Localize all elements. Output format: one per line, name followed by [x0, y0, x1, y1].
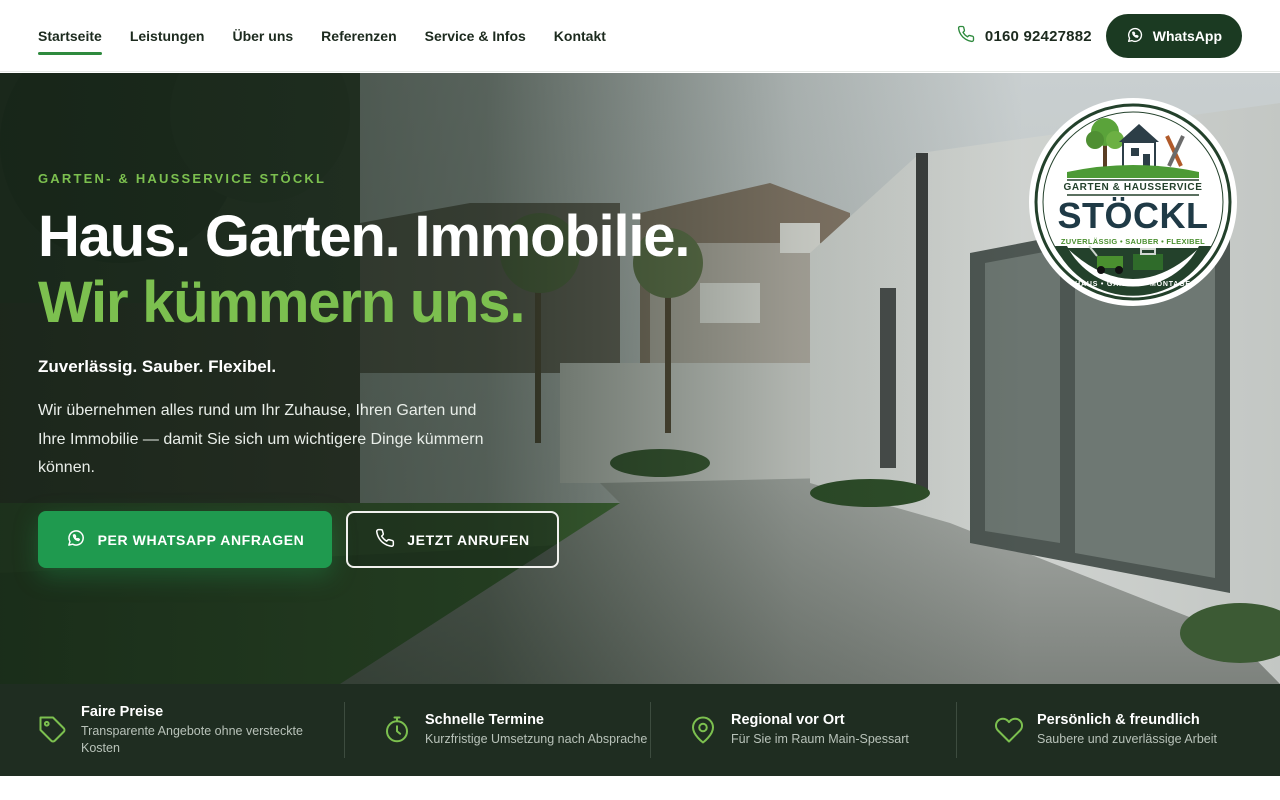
feature-description: Kurzfristige Umsetzung nach Absprache [425, 732, 648, 746]
top-navigation: Startseite Leistungen Über uns Referenze… [0, 0, 1280, 72]
whatsapp-inquiry-label: PER WHATSAPP ANFRAGEN [97, 531, 305, 548]
stopwatch-icon [382, 715, 412, 745]
logo-top-text: GARTEN & HAUSSERVICE [1063, 182, 1202, 193]
feature-description: Transparente Angebote ohne versteckte Ko… [81, 723, 303, 755]
hero-intro: Wir übernehmen alles rund um Ihr Zuhause… [38, 402, 484, 476]
call-now-label: JETZT ANRUFEN [407, 531, 530, 548]
feature-regional: Regional vor Ort Für Sie im Raum Main-Sp… [650, 684, 956, 776]
hero-cta-group: PER WHATSAPP ANFRAGEN JETZT ANRUFEN [38, 511, 559, 568]
logo-bottom-text: HAUS • GARTEN • MONTAGE [1075, 281, 1191, 288]
feature-description: Für Sie im Raum Main-Spessart [731, 732, 909, 746]
nav-item-ueber-uns[interactable]: Über uns [232, 28, 293, 44]
price-tag-icon [38, 715, 68, 745]
whatsapp-button-label: WhatsApp [1152, 28, 1222, 44]
hero-tagline: Zuverlässig. Sauber. Flexibel. [38, 357, 277, 376]
feature-title: Schnelle Termine [425, 712, 544, 728]
feature-personal: Persönlich & freundlich Saubere und zuve… [956, 684, 1262, 776]
feature-fast-appointments: Schnelle Termine Kurzfristige Umsetzung … [344, 684, 650, 776]
feature-description: Saubere und zuverlässige Arbeit [1037, 732, 1217, 746]
main-menu: Startseite Leistungen Über uns Referenze… [38, 0, 606, 72]
feature-title: Regional vor Ort [731, 712, 845, 728]
hero-headline-accent: Wir kümmern uns. [38, 270, 525, 335]
nav-contact: 0160 92427882 WhatsApp [957, 14, 1242, 58]
whatsapp-icon [1126, 26, 1144, 47]
call-now-button[interactable]: JETZT ANRUFEN [346, 511, 559, 568]
feature-bar: Faire Preise Transparente Angebote ohne … [0, 684, 1280, 776]
nav-item-service-infos[interactable]: Service & Infos [425, 28, 526, 44]
phone-number: 0160 92427882 [984, 27, 1092, 45]
nav-item-kontakt[interactable]: Kontakt [554, 28, 606, 44]
feature-title: Faire Preise [81, 703, 164, 720]
logo-company-name: STÖCKL [1058, 195, 1209, 236]
whatsapp-inquiry-button[interactable]: PER WHATSAPP ANFRAGEN [38, 511, 332, 568]
feature-title: Persönlich & freundlich [1037, 712, 1200, 728]
logo-claim: ZUVERLÄSSIG • SAUBER • FLEXIBEL [1061, 237, 1205, 246]
location-pin-icon [688, 715, 718, 745]
hero-headline: Haus. Garten. Immobilie. [38, 204, 690, 269]
nav-item-leistungen[interactable]: Leistungen [130, 28, 205, 44]
phone-icon [957, 25, 975, 47]
hero-eyebrow: GARTEN- & HAUSSERVICE STÖCKL [38, 171, 327, 186]
heart-icon [994, 715, 1024, 745]
phone-icon [375, 528, 395, 551]
phone-link[interactable]: 0160 92427882 [957, 25, 1092, 47]
whatsapp-icon [66, 528, 86, 551]
page-below-fold [0, 776, 1280, 800]
whatsapp-button[interactable]: WhatsApp [1105, 14, 1242, 58]
hero-section: GARTEN- & HAUSSERVICE STÖCKL Haus. Garte… [0, 73, 1280, 684]
company-logo-badge: GARTEN & HAUSSERVICE STÖCKL ZUVERLÄSSIG … [1029, 98, 1237, 306]
nav-item-startseite[interactable]: Startseite [38, 28, 102, 55]
feature-fair-prices: Faire Preise Transparente Angebote ohne … [0, 684, 344, 776]
nav-item-referenzen[interactable]: Referenzen [321, 28, 396, 44]
